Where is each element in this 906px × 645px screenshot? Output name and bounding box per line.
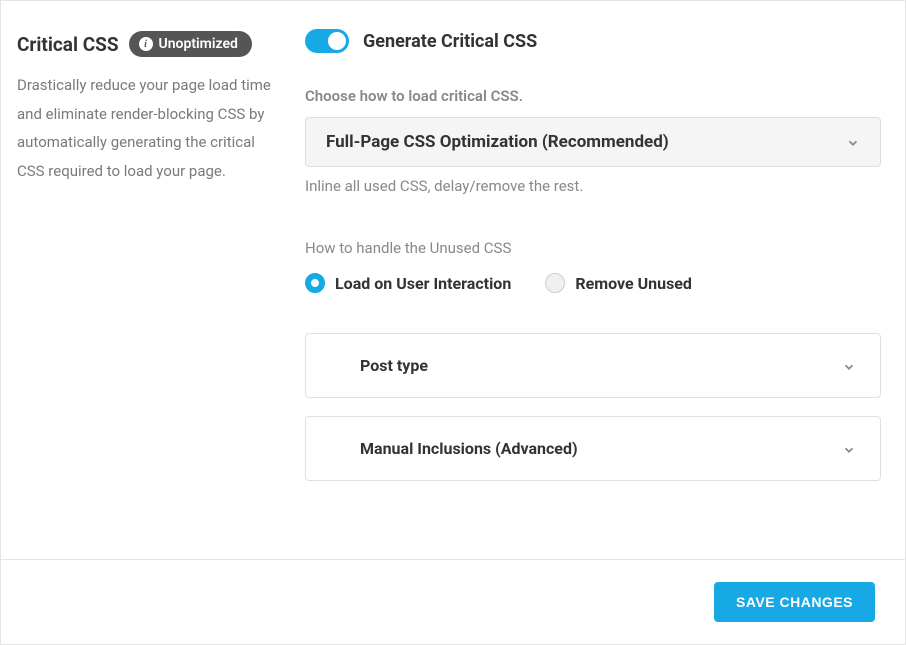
accordion-header-manual[interactable]: Manual Inclusions (Advanced) [306,417,880,480]
radio-label-1: Remove Unused [575,274,692,293]
status-badge: i Unoptimized [129,31,252,57]
settings-panel: Critical CSS i Unoptimized Drastically r… [0,0,906,645]
section-description: Drastically reduce your page load time a… [17,71,281,185]
toggle-knob [328,32,346,50]
accordion-title-1: Post type [360,356,428,375]
title-row: Critical CSS i Unoptimized [17,31,281,57]
radio-unselected-icon [545,273,565,293]
select-value: Full-Page CSS Optimization (Recommended) [326,132,669,152]
load-mode-label: Choose how to load critical CSS. [305,87,881,105]
generate-css-toggle[interactable] [305,29,349,53]
right-column: Generate Critical CSS Choose how to load… [305,21,881,535]
toggle-row: Generate Critical CSS [305,29,881,53]
chevron-down-icon [842,442,856,456]
section-title: Critical CSS [17,33,119,56]
accordion-post-type: Post type [305,333,881,398]
content-area: Critical CSS i Unoptimized Drastically r… [1,1,905,559]
radio-selected-icon [305,273,325,293]
radio-label-0: Load on User Interaction [335,274,511,293]
radio-group: Load on User Interaction Remove Unused [305,273,881,293]
unused-css-label: How to handle the Unused CSS [305,239,881,257]
chevron-down-icon [846,135,860,149]
accordion-title-2: Manual Inclusions (Advanced) [360,439,578,458]
load-mode-hint: Inline all used CSS, delay/remove the re… [305,177,881,195]
radio-remove-unused[interactable]: Remove Unused [545,273,692,293]
info-icon: i [139,37,153,51]
chevron-down-icon [842,359,856,373]
radio-load-on-interaction[interactable]: Load on User Interaction [305,273,511,293]
footer: SAVE CHANGES [1,559,905,644]
toggle-label: Generate Critical CSS [363,31,537,52]
save-button[interactable]: SAVE CHANGES [714,582,875,622]
accordion-header-post-type[interactable]: Post type [306,334,880,397]
left-column: Critical CSS i Unoptimized Drastically r… [17,21,305,535]
accordion-manual-inclusions: Manual Inclusions (Advanced) [305,416,881,481]
badge-text: Unoptimized [159,36,238,52]
load-mode-select[interactable]: Full-Page CSS Optimization (Recommended) [305,117,881,167]
